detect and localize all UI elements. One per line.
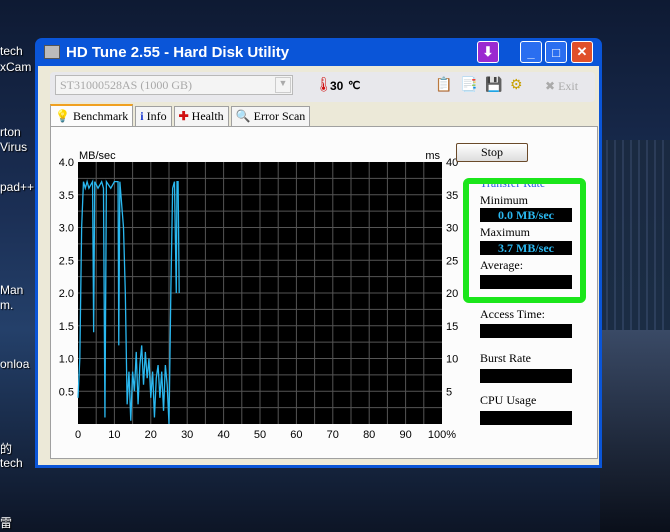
copy-all-icon[interactable]: 📑 [460, 77, 477, 94]
burst-rate-value [480, 369, 572, 383]
x-tick-label: 100% [428, 429, 456, 441]
y2-tick-label: 35 [446, 190, 458, 202]
cpu-usage-value [480, 411, 572, 425]
exit-label: Exit [558, 79, 579, 93]
window-title: HD Tune 2.55 - Hard Disk Utility [66, 43, 290, 61]
tab-health[interactable]: ✚ Health [173, 106, 229, 126]
x-tick-label: 10 [108, 429, 120, 441]
desktop-icon-label[interactable]: m. [0, 298, 13, 312]
y-tick-label: 0.5 [59, 386, 74, 398]
x-tick-label: 70 [327, 429, 339, 441]
y-tick-label: 3.0 [59, 223, 74, 235]
y-tick-label: 1.5 [59, 321, 74, 333]
x-tick-label: 30 [181, 429, 193, 441]
y2-axis-label: ms [425, 150, 440, 162]
minimize-button[interactable]: _ [520, 41, 542, 63]
save-icon[interactable]: 💾 [485, 77, 502, 94]
y-axis-label: MB/sec [79, 150, 116, 162]
exit-button[interactable]: ✖ Exit [545, 79, 578, 94]
desktop-icon-label[interactable]: rton [0, 125, 21, 139]
y-tick-label: 4.0 [59, 157, 74, 169]
stop-button[interactable]: Stop [456, 143, 528, 162]
benchmark-chart: 0.5 1.0 1.5 2.0 2.5 3.0 3.5 4.0 5 10 15 20 25 30 35 40 0… [59, 150, 459, 441]
tab-label: Health [191, 109, 224, 123]
y2-tick-label: 10 [446, 354, 458, 366]
desktop-icon-label[interactable]: xCam [0, 60, 31, 74]
y2-tick-label: 30 [446, 223, 458, 235]
tab-error-scan[interactable]: 🔍 Error Scan [230, 106, 311, 126]
temperature: 30 [330, 79, 344, 93]
desktop-icon-label[interactable]: tech [0, 456, 23, 470]
desktop-icon-label[interactable]: tech [0, 44, 23, 58]
desktop-background-water [600, 330, 670, 532]
drive-value: ST31000528AS (1000 GB) [60, 78, 193, 92]
tab-label: Benchmark [72, 108, 129, 123]
cpu-usage-label: CPU Usage [480, 393, 537, 407]
access-time-value [480, 324, 572, 338]
desktop-icon-label[interactable]: Man [0, 283, 23, 297]
y2-tick-label: 20 [446, 288, 458, 300]
magnifier-icon: 🔍 [235, 109, 251, 123]
desktop-icon-label[interactable]: Virus [0, 140, 27, 154]
copy-icon[interactable]: 📋 [435, 77, 452, 94]
y-tick-label: 1.0 [59, 354, 74, 366]
app-icon [44, 45, 60, 59]
y2-tick-label: 25 [446, 255, 458, 267]
drive-select[interactable]: ST31000528AS (1000 GB) ▼ [55, 75, 293, 95]
info-icon: i [140, 109, 144, 123]
maximize-button[interactable]: □ [545, 41, 567, 63]
lightbulb-icon: 💡 [55, 108, 70, 123]
x-tick-label: 20 [145, 429, 157, 441]
desktop-icon-label[interactable]: onloa [0, 357, 29, 371]
download-icon[interactable]: ⬇ [477, 41, 499, 63]
x-tick-label: 60 [290, 429, 302, 441]
desktop-icon-label[interactable]: 雷 [0, 514, 12, 531]
desktop-icon-label[interactable]: pad++ [0, 180, 34, 194]
x-tick-label: 40 [217, 429, 229, 441]
y2-tick-label: 15 [446, 321, 458, 333]
x-tick-label: 0 [75, 429, 81, 441]
title-bar[interactable]: HD Tune 2.55 - Hard Disk Utility [38, 38, 599, 66]
y2-tick-label: 5 [446, 386, 452, 398]
access-time-label: Access Time: [480, 307, 546, 321]
x-tick-label: 80 [363, 429, 375, 441]
desktop-icon-label[interactable]: 的 [0, 440, 12, 457]
tab-benchmark[interactable]: 💡 Benchmark [50, 104, 134, 126]
tab-bar: 💡 Benchmark i Info ✚ Health 🔍 Error Scan [50, 104, 312, 126]
y-tick-label: 2.0 [59, 288, 74, 300]
toolbar: ST31000528AS (1000 GB) ▼ 🌡 30 ℃ 📋 📑 💾 ⚙ ✖… [50, 72, 595, 102]
tab-info[interactable]: i Info [135, 106, 172, 126]
options-icon[interactable]: ⚙ [510, 77, 523, 94]
x-tick-label: 50 [254, 429, 266, 441]
tab-label: Info [146, 109, 167, 123]
tab-label: Error Scan [253, 109, 306, 123]
chevron-down-icon[interactable]: ▼ [275, 77, 291, 93]
celsius-icon: ℃ [348, 80, 361, 92]
green-highlight-annotation [463, 178, 586, 303]
health-cross-icon: ✚ [178, 109, 189, 123]
y-tick-label: 2.5 [59, 255, 74, 267]
y-tick-label: 3.5 [59, 190, 74, 202]
burst-rate-label: Burst Rate [480, 351, 531, 365]
x-tick-label: 90 [399, 429, 411, 441]
close-button[interactable]: ✕ [571, 41, 593, 63]
